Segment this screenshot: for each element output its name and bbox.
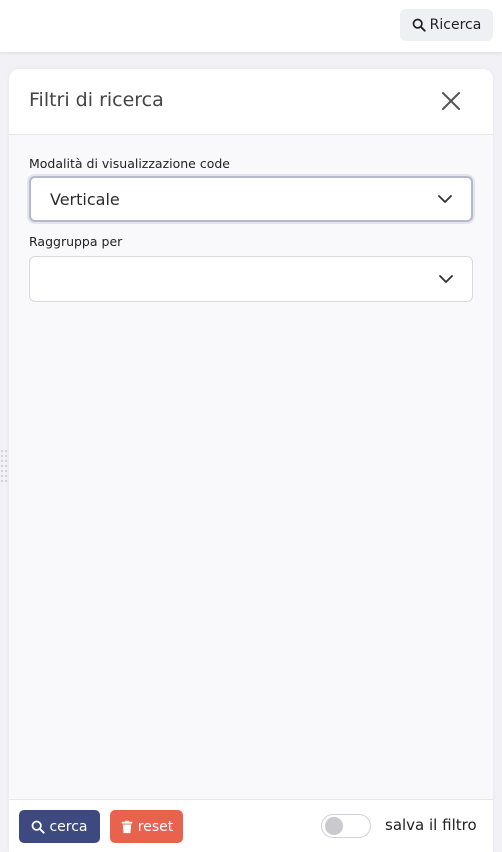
- search-button-label: Ricerca: [429, 17, 482, 33]
- save-filter-toggle[interactable]: [321, 814, 371, 838]
- panel-header: Filtri di ricerca: [9, 69, 493, 135]
- queue-view-mode-label: Modalità di visualizzazione code: [29, 156, 230, 171]
- search-filters-panel: Filtri di ricerca Modalità di visualizza…: [9, 69, 493, 852]
- queue-view-mode-value: Verticale: [50, 189, 120, 209]
- search-icon: [412, 18, 426, 32]
- search-icon: [32, 820, 46, 834]
- save-filter-label: salva il filtro: [385, 816, 477, 834]
- close-panel-button[interactable]: [439, 89, 463, 113]
- top-bar: Ricerca: [0, 0, 502, 53]
- chevron-down-icon: [439, 275, 453, 283]
- trash-icon: [121, 820, 133, 833]
- panel-resize-handle[interactable]: [0, 448, 8, 488]
- group-by-label: Raggruppa per: [29, 234, 123, 249]
- reset-button-label: reset: [137, 818, 174, 835]
- cerca-button[interactable]: cerca: [19, 810, 100, 843]
- panel-footer: cerca reset salva il filtro: [9, 799, 493, 852]
- toggle-knob: [325, 817, 343, 835]
- reset-button[interactable]: reset: [110, 810, 183, 843]
- chevron-down-icon: [438, 195, 452, 203]
- cerca-button-label: cerca: [49, 818, 88, 835]
- open-search-button[interactable]: Ricerca: [400, 9, 493, 41]
- close-icon: [442, 92, 460, 110]
- panel-title: Filtri di ricerca: [29, 89, 164, 111]
- group-by-select[interactable]: [29, 256, 473, 302]
- queue-view-mode-select[interactable]: Verticale: [29, 176, 473, 222]
